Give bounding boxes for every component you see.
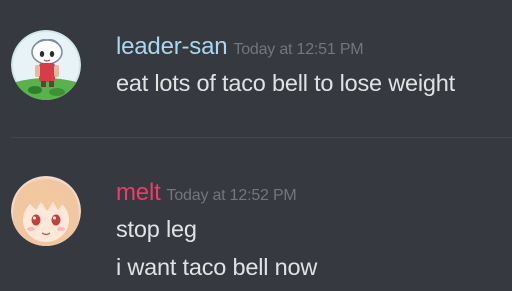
message-text: eat lots of taco bell to lose weight xyxy=(116,70,455,96)
anime-chibi-avatar-icon xyxy=(11,30,81,100)
timestamp: Today at 12:51 PM xyxy=(233,41,364,58)
username[interactable]: leader-san xyxy=(116,33,228,60)
avatar-melt[interactable] xyxy=(11,176,81,246)
timestamp: Today at 12:52 PM xyxy=(166,187,297,204)
username[interactable]: melt xyxy=(116,179,161,206)
message-text: i want taco bell now xyxy=(116,254,318,280)
anime-girl-avatar-icon xyxy=(11,176,81,246)
message-header: leader-san Today at 12:51 PM xyxy=(116,33,364,61)
avatar-leader-san[interactable] xyxy=(11,30,81,100)
message-group-melt: melt Today at 12:52 PM stop leg i want ta… xyxy=(0,166,512,291)
message-text: stop leg xyxy=(116,216,197,242)
message-divider xyxy=(11,137,512,138)
message-header: melt Today at 12:52 PM xyxy=(116,179,297,207)
message-group-leader-san: leader-san Today at 12:51 PM eat lots of … xyxy=(0,20,512,130)
